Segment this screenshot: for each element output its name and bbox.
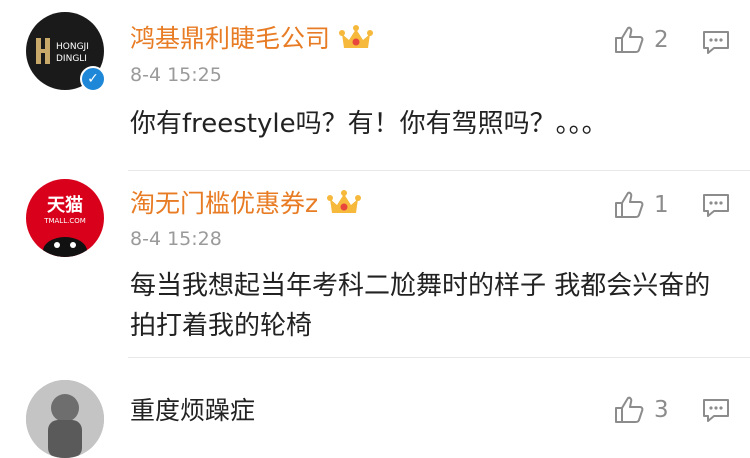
comment-icon[interactable] [702, 398, 730, 422]
comment-text: 每当我想起当年考科二尬舞时的样子 我都会兴奋的拍打着我的轮椅 [130, 271, 711, 341]
thumbs-up-icon [615, 396, 644, 423]
svg-text:天猫: 天猫 [47, 194, 83, 216]
thumbs-up-icon [615, 191, 644, 218]
comment-text: 你有freestyle吗？有！你有驾照吗？。。。 [130, 109, 608, 139]
comment-item: HONGJI DINGLI ✓ 鸿基鼎利睫毛公司 8-4 15:25 你有fre… [0, 0, 750, 170]
crown-icon [339, 25, 374, 48]
comment-item: 天猫 TMALL.COM 淘无门槛优惠券z 8-4 15:28 每当我想起当年考… [0, 171, 750, 357]
timestamp: 8-4 15:25 [130, 64, 222, 86]
username[interactable]: 淘无门槛优惠券z [130, 189, 362, 217]
crown-icon [327, 190, 362, 213]
username[interactable]: 鸿基鼎利睫毛公司 [130, 24, 374, 52]
comment-icon[interactable] [702, 30, 730, 54]
username-text[interactable]: 淘无门槛优惠券z [130, 191, 318, 216]
avatar[interactable]: 天猫 TMALL.COM [26, 179, 104, 257]
username-text[interactable]: 重度烦躁症 [130, 398, 255, 423]
verified-badge-icon: ✓ [80, 66, 106, 92]
timestamp: 8-4 15:28 [130, 228, 222, 250]
avatar[interactable] [26, 380, 104, 458]
like-count: 2 [654, 27, 669, 53]
svg-text:HONGJI: HONGJI [56, 42, 89, 52]
like-count: 3 [654, 397, 669, 423]
like-count: 1 [654, 192, 669, 218]
username[interactable]: 重度烦躁症 [130, 398, 255, 423]
username-text[interactable]: 鸿基鼎利睫毛公司 [130, 26, 330, 51]
like-button[interactable]: 1 [614, 191, 669, 219]
comment-item: 重度烦躁症 3 [0, 358, 750, 458]
tmall-logo: 天猫 TMALL.COM [43, 194, 87, 257]
svg-text:TMALL.COM: TMALL.COM [43, 217, 86, 225]
like-button[interactable]: 2 [614, 26, 669, 54]
comment-icon[interactable] [702, 193, 730, 217]
svg-text:DINGLI: DINGLI [56, 54, 87, 64]
like-button[interactable]: 3 [614, 396, 669, 424]
thumbs-up-icon [615, 26, 644, 53]
person-photo-icon [26, 380, 104, 458]
